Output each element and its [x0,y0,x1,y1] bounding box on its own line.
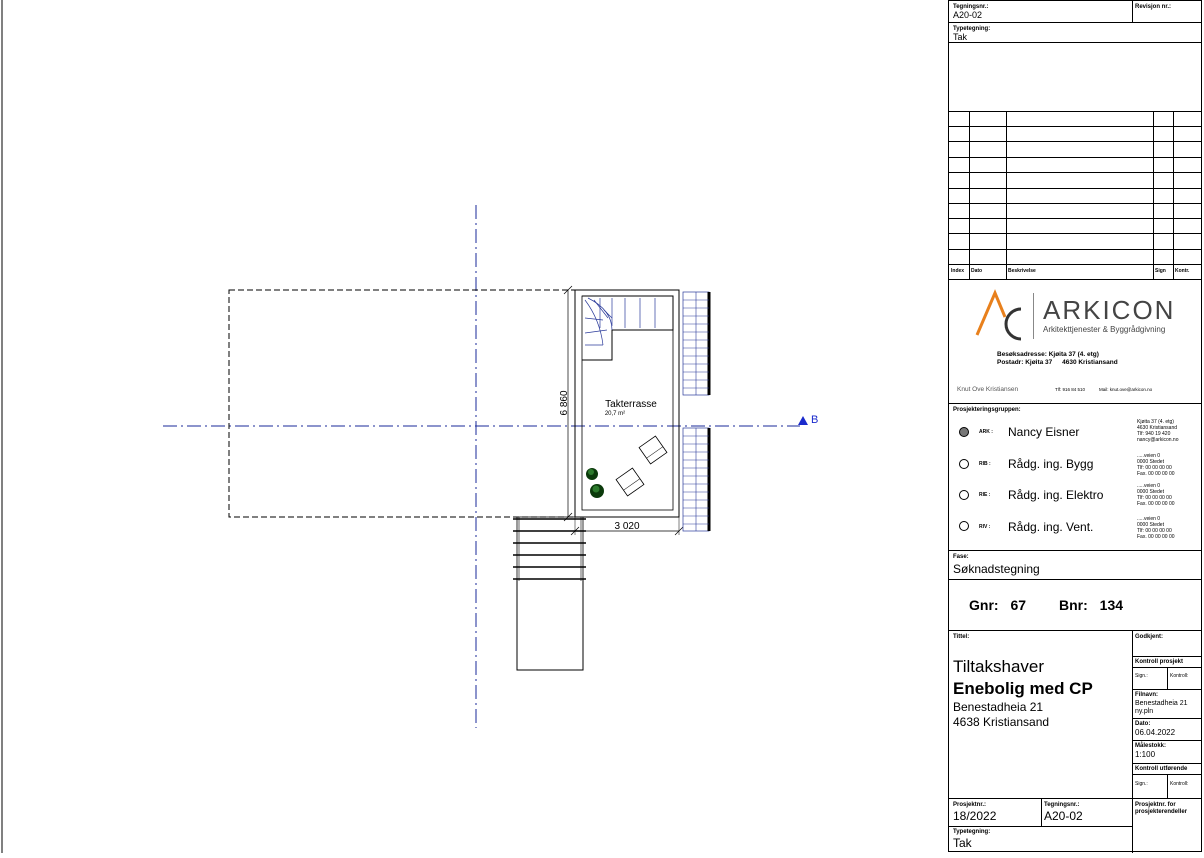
fase-label: Fase: [953,554,969,560]
stair-opening [582,295,674,361]
group-name: Nancy Eisner [1008,425,1080,439]
section-marker-b [798,416,808,425]
malestokk-label: Målestokk: [1135,743,1167,749]
bnr-value: 134 [1099,597,1124,613]
gnr-label: Gnr: [969,597,999,613]
dato-value: 06.04.2022 [1135,728,1176,737]
typetegning2-label: Typetegning: [953,829,991,835]
prosjektnr-value: 18/2022 [953,809,997,823]
typetegning2-value: Tak [953,836,972,850]
visit-value: Kjøita 37 (4. etg) [1048,351,1099,358]
group-row-rie: RIE : Rådg. ing. Elektro .....veien 0 00… [949,479,1201,511]
prosjektnr-for-label: Prosjektnr. for prosjekterendeller [1135,802,1188,815]
kontroll-label: Kontroll: [1170,673,1189,679]
radio-ark[interactable] [959,427,969,437]
filnavn-label: Filnavn: [1135,692,1159,698]
bnr-label: Bnr: [1059,597,1088,613]
tegningsnr2-label: Tegningsnr.: [1044,802,1080,808]
group-row-rib: RIB : Rådg. ing. Bygg .....veien 0 0000 … [949,447,1201,479]
kontroll-label-2: Kontroll: [1170,781,1189,787]
group-label: Prosjekteringsgruppen: [953,407,1021,413]
contact-phone: Tlf: 916 84 510 [1055,387,1086,392]
group-name: Rådg. ing. Bygg [1008,457,1094,471]
tittel-line4: 4638 Kristiansand [953,715,1050,729]
tegningsnr-value: A20-02 [953,10,983,20]
post-city: 4630 Kristiansand [1062,359,1118,366]
kontroll-utforende-label: Kontroll utførende [1135,766,1188,772]
group-code: RIE : [979,492,991,498]
visit-label: Besøksadresse: [997,351,1047,358]
rev-col-kontr: Kontr. [1175,268,1190,274]
group-info: Fax. 00 00 00 00 [1137,501,1175,507]
rev-col-index: Index [951,268,965,274]
revision-table: Index Dato Beskrivelse Sign Kontr. [949,111,1201,280]
rev-col-beskrivelse: Beskrivelse [1008,268,1036,274]
tittel-line3: Benestadheia 21 [953,700,1044,714]
typetegning-value: Tak [953,32,968,42]
group-row-ark: ARK : Nancy Eisner Kjøita 37 (4. etg) 46… [949,415,1201,447]
section-marker-label: B [811,414,818,426]
radio-rib[interactable] [959,459,969,469]
plant-1 [586,468,598,480]
title-block: Tegningsnr.: A20-02 Revisjon nr.: Typete… [948,0,1202,853]
group-code: RIB : [979,461,991,467]
room-area: 20,7 m² [605,411,625,417]
contact-mail: Mail: knut.ove@arkicon.no [1099,387,1153,392]
rev-col-dato: Dato [971,268,983,274]
company-tagline: Arkitekttjenester & Byggrådgivning [1043,325,1166,334]
group-info: nancy@arkicon.no [1137,437,1179,443]
contact-name: Knut Ove Kristiansen [957,386,1019,393]
godkjent-label: Godkjent: [1135,634,1163,640]
gnr-value: 67 [1010,597,1027,613]
fase-value: Søknadstegning [953,562,1040,576]
tittel-line1: Tiltakshaver [953,657,1045,676]
malestokk-value: 1:100 [1135,750,1156,759]
tittel-line2: Enebolig med CP [953,679,1093,698]
rev-col-sign: Sign [1155,268,1166,274]
group-name: Rådg. ing. Elektro [1008,488,1104,502]
tittel-label: Tittel: [953,634,970,640]
company-box: ARKICON Arkitekttjenester & Byggrådgivni… [949,279,1201,403]
floor-plan-drawing: Takterrasse 20,7 m² 6 860 3 020 B [0,0,948,853]
tegningsnr2-value: A20-02 [1044,809,1083,823]
post-value: Kjøita 37 [1025,359,1053,366]
company-logo-mark [975,289,1022,341]
lounger-2 [615,467,645,497]
dim-height-label: 6 860 [559,390,570,415]
kontroll-prosjekt-label: Kontroll prosjekt [1135,659,1184,665]
post-label: Postadr: [997,359,1024,366]
dim-width-label: 3 020 [614,521,639,532]
radio-riv[interactable] [959,521,969,531]
sign-label-2: Sign.: [1135,781,1148,787]
lounger-1 [638,435,668,465]
group-info: Fax. 00 00 00 00 [1137,471,1175,477]
company-name: ARKICON [1043,295,1176,325]
group-code: RIV : [979,524,991,530]
filnavn-value: Benestadheia 21 ny.pln [1135,700,1188,715]
group-info: Fax. 00 00 00 00 [1137,534,1175,540]
prosjektnr-label: Prosjektnr.: [953,802,987,808]
pergola [516,516,584,580]
revisjon-label: Revisjon nr.: [1135,4,1172,10]
dato-label: Dato: [1135,721,1151,727]
plant-2 [590,484,604,498]
sign-label: Sign.: [1135,673,1148,679]
radio-rie[interactable] [959,490,969,500]
carport [516,578,584,671]
group-code: ARK : [979,429,993,435]
group-name: Rådg. ing. Vent. [1008,520,1094,534]
stair-treads [584,297,656,346]
room-name: Takterrasse [605,399,657,410]
group-row-riv: RIV : Rådg. ing. Vent. .....veien 0 0000… [949,511,1201,547]
